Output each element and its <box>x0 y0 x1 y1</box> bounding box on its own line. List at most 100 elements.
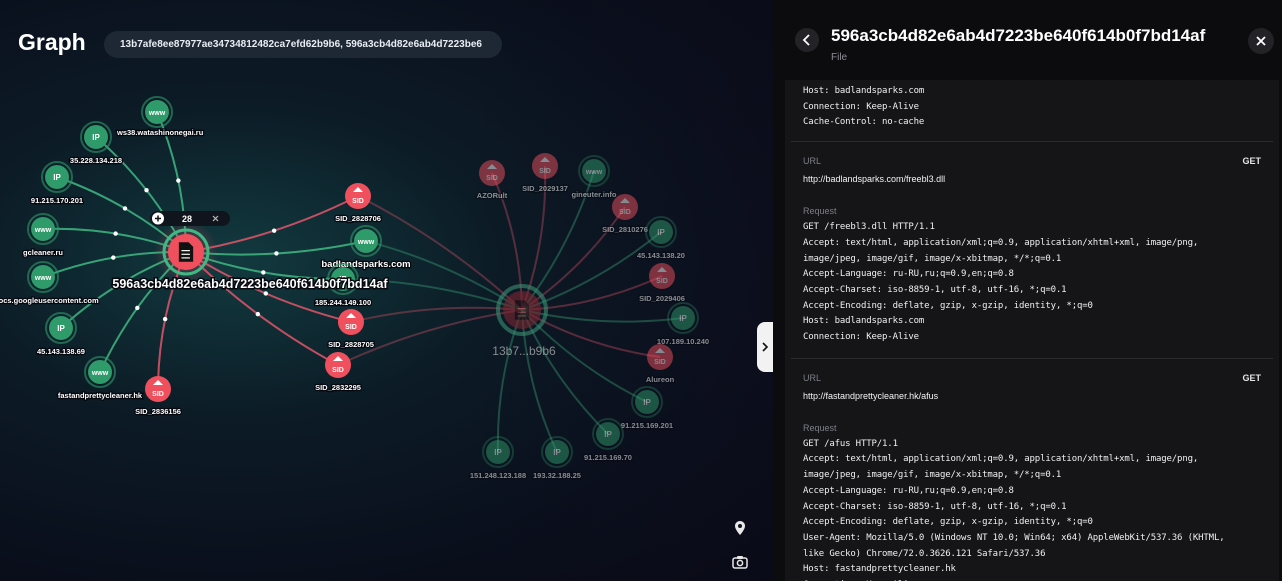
node-type-label: www <box>585 169 603 176</box>
node-label: 91.215.169.201 <box>621 421 673 430</box>
graph-node-www[interactable]: www fastandprettycleaner.hk <box>57 356 144 401</box>
node-label: 151.248.123.188 <box>470 471 526 480</box>
node-label: 185.244.149.100 <box>315 298 371 307</box>
node-label: 45.143.138.69 <box>37 347 85 356</box>
sid-node-circle <box>649 263 675 289</box>
detail-header: 596a3cb4d82e6ab4d7223be640f614b0f7bd14af… <box>773 0 1282 80</box>
request-body: GET /freebl3.dll HTTP/1.1 Accept: text/h… <box>803 222 1199 343</box>
nodes-layer: www ws38.watashinonegai.ru IP 35.228.134.21… <box>0 96 710 481</box>
node-type-label: www <box>357 239 375 246</box>
node-type-label: IP <box>679 314 687 323</box>
sid-node-circle <box>325 352 351 378</box>
edge-midpoint <box>111 255 116 260</box>
graph-node-www[interactable]: www gcleaner.ru <box>22 213 65 258</box>
node-label: SID_2828706 <box>335 214 381 223</box>
request-url[interactable]: http://badlandsparks.com/freebl3.dll <box>803 174 1261 184</box>
node-type-label: IP <box>57 324 65 333</box>
graph-node-sid[interactable]: SID AZORult <box>476 160 509 201</box>
file-icon <box>178 242 194 262</box>
node-type-label: www <box>34 275 52 282</box>
node-type-label: IP <box>604 430 612 439</box>
second-node-label: 13b7...b9b6 <box>492 344 556 358</box>
graph-node-sid[interactable]: SID SID_2029137 <box>521 153 569 194</box>
url-label: URL <box>803 156 822 167</box>
node-type-label: www <box>34 227 52 234</box>
node-label: SID_2832295 <box>315 383 361 392</box>
graph-node-www[interactable]: www badlandsparks.com <box>320 225 412 271</box>
node-label: 45.143.138.20 <box>637 251 685 260</box>
main-node-label: 596a3cb4d82e6ab4d7223be640f614b0f7bd14af <box>112 277 388 291</box>
method-badge: GET <box>1242 372 1261 383</box>
graph-node-www[interactable]: www gineuter.info <box>570 155 618 200</box>
request-entry: URL GET http://badlandsparks.com/freebl3… <box>785 142 1279 346</box>
detail-scroll-area[interactable]: Host: badlandsparks.com Connection: Keep… <box>785 80 1279 581</box>
edge-midpoint <box>271 228 277 233</box>
node-label: SID_2029137 <box>522 184 568 193</box>
node-label: SID_2810276 <box>602 225 648 234</box>
edge-midpoint <box>176 178 181 183</box>
sid-node-circle <box>145 376 171 402</box>
node-label: 107.189.10.240 <box>657 337 709 346</box>
graph-node-ip[interactable]: IP 107.189.10.240 <box>656 302 710 347</box>
graph-node-www[interactable]: www 4-docs.googleusercontent.com <box>0 261 100 306</box>
edge-midpoint <box>122 206 128 211</box>
node-type-label: SID <box>539 168 551 175</box>
graph-node-ip[interactable]: IP 151.248.123.188 <box>469 436 527 481</box>
node-label: 4-docs.googleusercontent.com <box>0 296 99 305</box>
graph-panel[interactable]: Graph 13b7afe8ee87977ae34734812482ca7efd… <box>0 0 773 581</box>
graph-node-ip[interactable]: IP 45.143.138.20 <box>636 216 686 261</box>
node-type-label: IP <box>553 448 561 457</box>
node-label: AZORult <box>477 191 508 200</box>
close-icon <box>1256 36 1266 46</box>
graph-node-ip[interactable]: IP 45.143.138.69 <box>36 312 86 357</box>
node-type-label: www <box>91 370 109 377</box>
graph-node-sid[interactable]: SID SID_2828705 <box>327 309 375 350</box>
edge-midpoint <box>135 305 140 311</box>
back-button[interactable] <box>795 28 819 52</box>
graph-node-ip[interactable]: IP 35.228.134.218 <box>69 121 123 166</box>
request-tail-text: Host: badlandsparks.com Connection: Keep… <box>803 86 925 128</box>
method-badge: GET <box>1242 156 1261 167</box>
detail-title: 596a3cb4d82e6ab4d7223be640f614b0f7bd14af <box>831 26 1206 45</box>
graph-node-sid[interactable]: SID Alureon <box>645 344 676 385</box>
sid-node-circle <box>479 160 505 186</box>
edge-midpoint <box>263 291 268 296</box>
node-label: 35.228.134.218 <box>70 156 122 165</box>
selection-count-badge[interactable]: 28 <box>150 211 230 226</box>
node-type-label: SID <box>656 278 668 285</box>
graph-node-ip[interactable]: IP 193.32.188.25 <box>532 436 582 481</box>
graph-node-sid[interactable]: SID SID_2810276 <box>601 194 649 235</box>
node-label: badlandsparks.com <box>321 259 410 270</box>
graph-title: Graph <box>18 29 86 55</box>
main-file-node[interactable]: 596a3cb4d82e6ab4d7223be640f614b0f7bd14af <box>111 220 390 293</box>
node-label: SID_2029406 <box>639 294 685 303</box>
request-entry: URL GET http://fastandprettycleaner.hk/a… <box>785 359 1279 581</box>
collapse-panel-button[interactable] <box>757 322 773 372</box>
request-url[interactable]: http://fastandprettycleaner.hk/afus <box>803 391 1261 401</box>
location-pin-icon[interactable] <box>729 517 751 539</box>
edge-midpoint <box>113 231 118 236</box>
sid-node-circle <box>338 309 364 335</box>
node-label: Alureon <box>646 375 675 384</box>
camera-icon[interactable] <box>729 551 751 573</box>
request-body: GET /afus HTTP/1.1 Accept: text/html, ap… <box>803 438 1225 581</box>
node-type-label: SID <box>332 367 344 374</box>
node-type-label: IP <box>657 228 665 237</box>
graph-node-www[interactable]: www ws38.watashinonegai.ru <box>115 96 205 138</box>
node-label: 193.32.188.25 <box>533 471 581 480</box>
node-label: SID_2836156 <box>135 407 181 416</box>
sid-node-circle <box>532 153 558 179</box>
chevron-left-icon <box>802 34 810 46</box>
graph-canvas[interactable]: www ws38.watashinonegai.ru IP 35.228.134.21… <box>0 0 773 581</box>
sid-node-circle <box>612 194 638 220</box>
selected-nodes-pill[interactable]: 13b7afe8ee87977ae34734812482ca7efd62b9b6… <box>104 31 502 58</box>
node-type-label: SID <box>654 359 666 366</box>
detail-panel: 596a3cb4d82e6ab4d7223be640f614b0f7bd14af… <box>773 0 1282 581</box>
node-label: fastandprettycleaner.hk <box>58 391 143 400</box>
node-type-label: SID <box>345 324 357 331</box>
detail-subtitle: File <box>831 52 848 63</box>
graph-edge <box>521 309 558 453</box>
edge-midpoint <box>261 270 266 275</box>
node-label: 91.215.170.201 <box>31 196 83 205</box>
close-button[interactable] <box>1248 28 1274 54</box>
